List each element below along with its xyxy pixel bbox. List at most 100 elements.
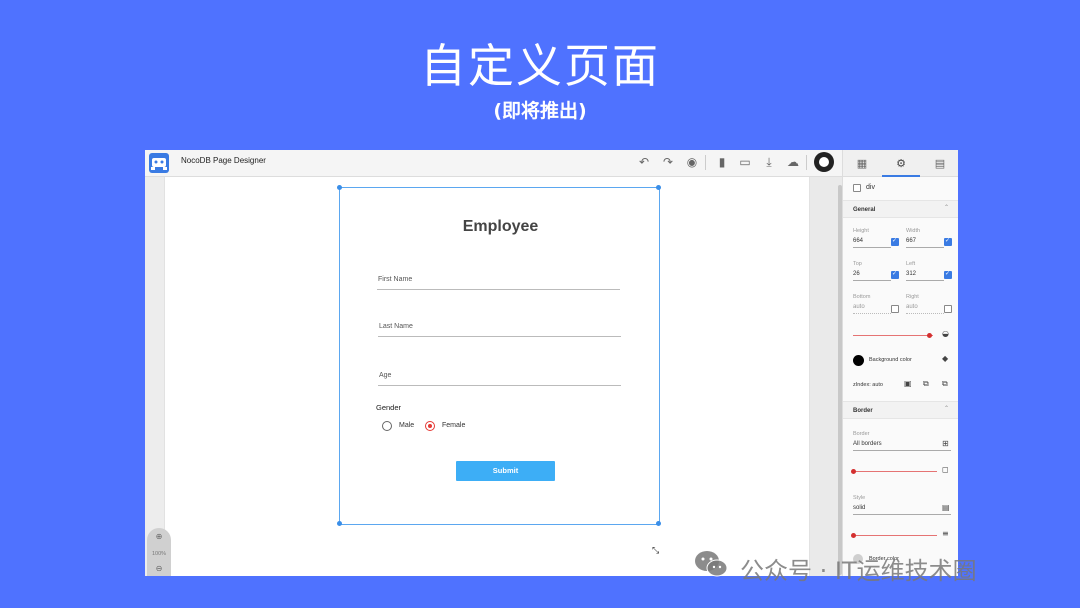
bottom-value: auto xyxy=(853,304,865,310)
right-label: Right xyxy=(906,294,919,300)
zindex-label: zIndex: auto xyxy=(853,382,883,388)
employee-form-container[interactable]: Employee First Name Last Name Age Gender… xyxy=(337,185,661,526)
bottom-label: Bottom xyxy=(853,294,871,300)
settings-icon[interactable]: ⚙ xyxy=(882,150,920,177)
right-value: auto xyxy=(906,304,918,310)
border-width-icon: ◻ xyxy=(942,465,949,474)
background-color-swatch[interactable] xyxy=(853,355,864,366)
zoom-out-icon[interactable]: ⊖ xyxy=(147,564,171,573)
collapse-icon[interactable]: ⌃ xyxy=(944,405,949,412)
resize-handle-bottom-left[interactable] xyxy=(337,521,342,526)
last-name-field[interactable]: Last Name xyxy=(378,323,621,337)
submit-button[interactable]: Submit xyxy=(456,461,555,481)
send-backward-icon[interactable]: ⧉ xyxy=(942,379,948,389)
height-value: 664 xyxy=(853,238,864,244)
app-title: NocoDB Page Designer xyxy=(181,156,266,165)
bring-forward-icon[interactable]: ⧉ xyxy=(923,379,929,389)
style-label: Style xyxy=(853,495,866,501)
right-checkbox[interactable] xyxy=(944,305,952,313)
radio-female-label: Female xyxy=(442,422,466,429)
paint-bucket-icon[interactable]: ◆ xyxy=(942,354,948,363)
border-select[interactable]: All borders xyxy=(853,439,951,451)
resize-corner-icon[interactable]: ⤡ xyxy=(652,546,659,556)
style-value: solid xyxy=(853,505,866,511)
background-color-label: Background color xyxy=(869,357,912,363)
left-value: 312 xyxy=(906,271,917,277)
top-checkbox[interactable] xyxy=(891,270,899,279)
cloud-off-icon[interactable]: ☁ xyxy=(785,154,801,170)
toolbar-divider xyxy=(705,155,706,170)
nocodb-logo-icon[interactable] xyxy=(149,153,169,173)
eye-icon[interactable]: ◉ xyxy=(684,154,700,170)
border-width-slider-thumb[interactable] xyxy=(851,469,856,474)
trash-icon[interactable]: ▮ xyxy=(714,154,730,170)
undo-icon[interactable]: ↶ xyxy=(636,154,652,170)
top-input[interactable]: 26 xyxy=(853,269,891,281)
width-checkbox[interactable] xyxy=(944,237,952,246)
border-width-slider[interactable] xyxy=(853,471,937,472)
last-name-label: Last Name xyxy=(379,323,413,330)
height-input[interactable]: 664 xyxy=(853,236,891,248)
left-input[interactable]: 312 xyxy=(906,269,944,281)
element-tag: div xyxy=(866,184,875,191)
folder-icon[interactable]: ▭ xyxy=(737,154,753,170)
first-name-label: First Name xyxy=(378,276,413,283)
blocks-icon[interactable]: ▦ xyxy=(843,150,881,177)
radio-male-label: Male xyxy=(399,422,415,429)
watermark-text: 公众号 · IT运维技术圈 xyxy=(740,557,977,585)
right-input[interactable]: auto xyxy=(906,302,944,314)
download-icon[interactable]: ⤓ xyxy=(761,154,777,170)
wechat-icon xyxy=(695,551,728,577)
first-name-field[interactable]: First Name xyxy=(377,276,620,290)
element-select-checkbox[interactable] xyxy=(853,184,861,192)
zoom-in-icon[interactable]: ⊕ xyxy=(147,532,171,541)
left-checkbox[interactable] xyxy=(944,270,952,279)
border-style-icon[interactable]: ▤ xyxy=(942,503,950,512)
style-select[interactable]: solid xyxy=(853,503,951,515)
collapse-icon[interactable]: ⌃ xyxy=(944,204,949,211)
top-value: 26 xyxy=(853,271,860,277)
form-title: Employee xyxy=(462,218,539,235)
height-checkbox[interactable] xyxy=(891,237,899,246)
opacity-icon: ◒ xyxy=(942,329,949,338)
age-label: Age xyxy=(379,372,392,379)
all-borders-icon[interactable]: ⊞ xyxy=(942,439,949,448)
general-section-title: General xyxy=(853,207,876,213)
canvas-page: Employee First Name Last Name Age Gender… xyxy=(164,177,810,576)
width-input[interactable]: 667 xyxy=(906,236,944,248)
bottom-checkbox[interactable] xyxy=(891,305,899,313)
age-field[interactable]: Age xyxy=(378,372,621,386)
radio-male[interactable] xyxy=(382,421,392,431)
bring-front-icon[interactable]: ▣ xyxy=(904,379,912,388)
left-label: Left xyxy=(906,261,916,267)
border-value: All borders xyxy=(853,441,882,447)
gender-label: Gender xyxy=(376,403,402,412)
redo-icon[interactable]: ↷ xyxy=(660,154,676,170)
resize-handle-top-right[interactable] xyxy=(656,185,661,190)
border-radius-slider[interactable] xyxy=(853,535,937,536)
general-section-header[interactable]: General ⌃ xyxy=(843,200,958,218)
design-canvas: Employee First Name Last Name Age Gender… xyxy=(145,177,842,576)
width-value: 667 xyxy=(906,238,917,244)
opacity-slider-thumb[interactable] xyxy=(927,333,932,338)
panel-tabs: ▦ ⚙ ▤ xyxy=(843,150,958,177)
bottom-input[interactable]: auto xyxy=(853,302,891,314)
resize-handle-bottom-right[interactable] xyxy=(656,521,661,526)
radio-female[interactable] xyxy=(425,421,435,431)
resize-handle-top-left[interactable] xyxy=(337,185,342,190)
slide-subtitle: (即将推出) xyxy=(493,100,587,122)
page-icon[interactable]: ▤ xyxy=(921,150,958,177)
style-manager-panel: ▦ ⚙ ▤ div General ⌃ Height 664 Width 667… xyxy=(842,150,958,576)
zoom-level: 100% xyxy=(151,551,167,557)
github-icon[interactable] xyxy=(814,152,834,172)
page-designer-window: NocoDB Page Designer ↶ ↷ ◉ ▮ ▭ ⤓ ☁ Emplo… xyxy=(145,150,958,576)
opacity-slider[interactable] xyxy=(853,335,933,336)
border-section-header[interactable]: Border ⌃ xyxy=(843,401,958,419)
top-toolbar: NocoDB Page Designer ↶ ↷ ◉ ▮ ▭ ⤓ ☁ xyxy=(145,150,842,177)
border-radius-slider-thumb[interactable] xyxy=(851,533,856,538)
slide-title: 自定义页面 xyxy=(420,39,660,93)
border-section-title: Border xyxy=(853,408,873,414)
width-label: Width xyxy=(906,228,921,234)
border-radius-icon: ≡ xyxy=(942,529,949,538)
border-label: Border xyxy=(853,431,870,437)
